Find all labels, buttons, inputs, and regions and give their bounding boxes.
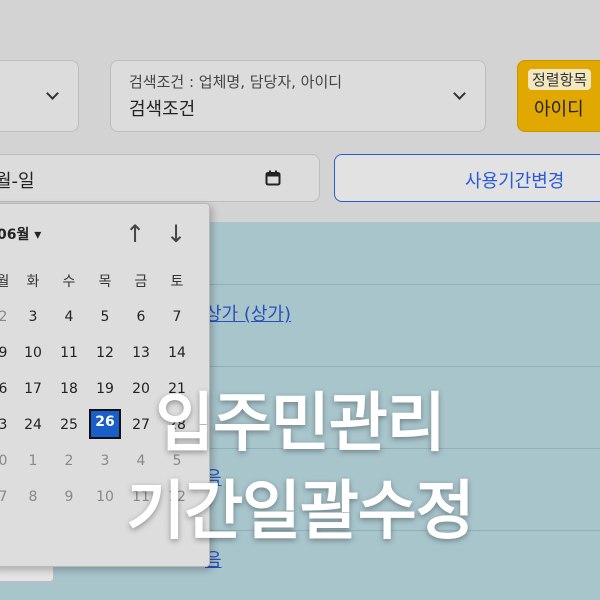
calendar-day[interactable]: 9 — [0, 340, 17, 366]
sort-field-value: 아이디 — [534, 99, 584, 120]
search-condition-dropdown[interactable]: 검색조건 : 업체명, 담당자, 아이디 검색조건 — [110, 60, 486, 132]
calendar-day[interactable]: 3 — [19, 304, 47, 330]
weekday-label: 목 — [98, 274, 112, 290]
change-period-button-label: 사용기간변경 — [465, 171, 565, 192]
arrow-down-icon[interactable]: ↓ — [166, 220, 186, 248]
calendar-day[interactable]: 2 — [0, 304, 17, 330]
chevron-down-icon — [454, 89, 464, 99]
filter-dropdown-left[interactable] — [0, 60, 79, 132]
calendar-day[interactable]: 12 — [91, 340, 119, 366]
calendar-day[interactable]: 5 — [91, 304, 119, 330]
weekday-label: 수 — [62, 274, 76, 290]
sort-field-hint: 정렬항목 — [528, 69, 592, 90]
overlay-title-line1: 입주민관리 — [155, 387, 445, 461]
sort-field-dropdown[interactable]: 정렬항목 아이디 — [517, 60, 600, 132]
change-period-button[interactable]: 사용기간변경 — [334, 154, 600, 202]
calendar-day[interactable]: 7 — [163, 304, 191, 330]
arrow-up-icon[interactable]: ↑ — [125, 220, 145, 248]
calendar-day[interactable]: 11 — [55, 340, 83, 366]
calendar-day[interactable]: 6 — [127, 304, 155, 330]
weekday-label: 금 — [134, 274, 148, 290]
chevron-down-icon — [47, 89, 57, 99]
calendar-day[interactable]: 13 — [127, 340, 155, 366]
date-input[interactable]: 월-일 — [0, 154, 320, 202]
search-condition-value: 검색조건 — [129, 99, 196, 120]
month-selector[interactable]: 06월 ▾ — [0, 224, 41, 244]
weekday-label: 월 — [0, 274, 10, 290]
overlay-title-line2: 기간일괄수정 — [126, 475, 474, 549]
date-input-value: 월-일 — [0, 171, 35, 192]
weekday-label: 화 — [26, 274, 40, 290]
calendar-day[interactable]: 10 — [19, 340, 47, 366]
calendar-day[interactable]: 4 — [55, 304, 83, 330]
table-row-link[interactable]: 상가 (상가) — [205, 300, 291, 326]
search-condition-hint: 검색조건 : 업체명, 담당자, 아이디 — [129, 73, 343, 91]
calendar-day[interactable]: 14 — [163, 340, 191, 366]
calendar-icon[interactable] — [265, 170, 281, 186]
weekday-label: 토 — [170, 274, 184, 290]
